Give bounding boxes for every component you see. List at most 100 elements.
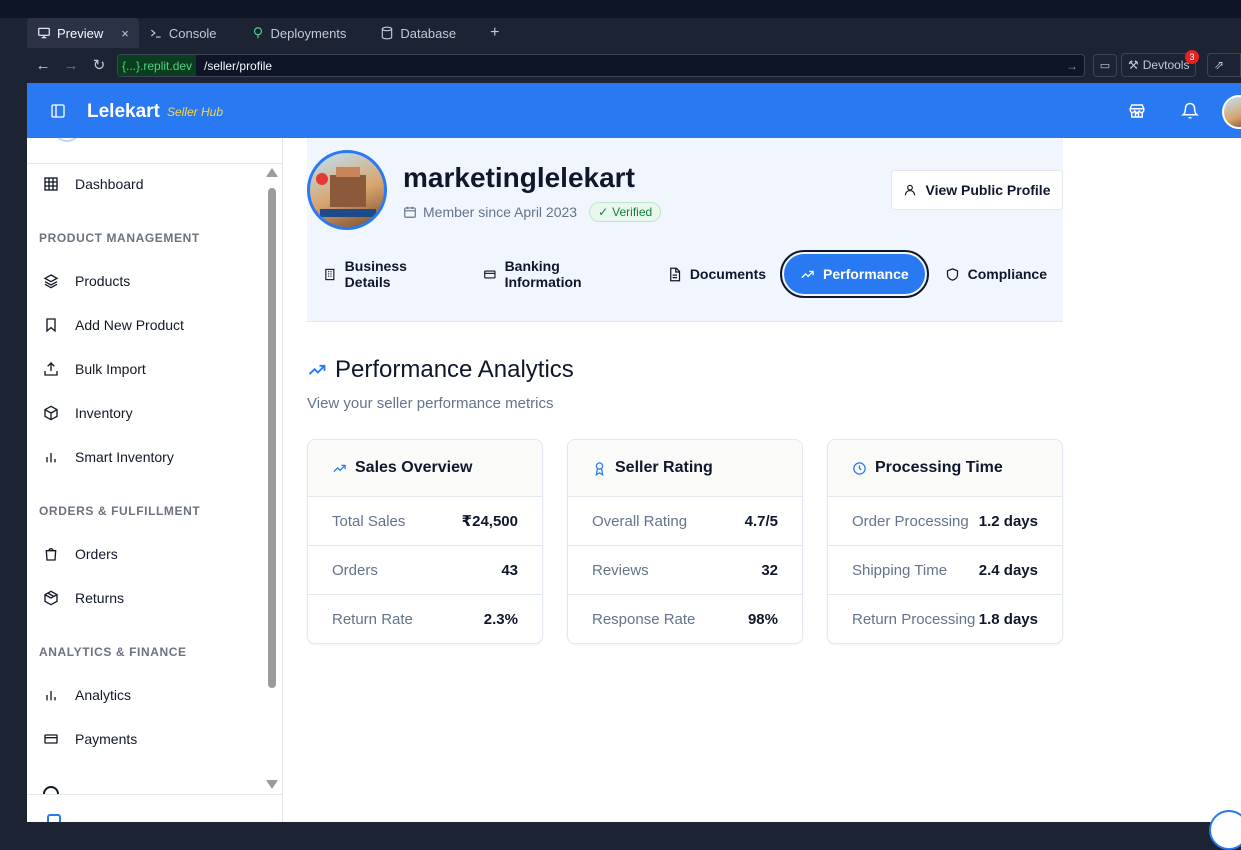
metric-value: 43	[501, 561, 518, 579]
metric-label: Response Rate	[592, 611, 696, 628]
tab-business-details[interactable]: Business Details	[307, 254, 463, 294]
tab-console[interactable]: Console	[139, 18, 227, 48]
brand-logo[interactable]: Lelekart	[87, 101, 160, 123]
sidebar-logo-fragment	[53, 138, 81, 142]
card-title: Sales Overview	[355, 459, 473, 476]
screen-icon[interactable]: ▭	[1093, 54, 1117, 77]
metric-row: Return Processing 1.8 days	[828, 595, 1062, 643]
sales-overview-card: Sales Overview Total Sales ₹24,500 Orders…	[307, 439, 543, 644]
external-link-button[interactable]: ⇗	[1207, 53, 1241, 77]
scrollbar-thumb[interactable]	[268, 188, 276, 688]
section-subtitle: View your seller performance metrics	[307, 395, 554, 412]
sidebar-item-add-product[interactable]: Add New Product	[27, 305, 263, 345]
sidebar-item-analytics[interactable]: Analytics	[27, 675, 263, 715]
metric-value: 2.4 days	[978, 561, 1038, 579]
sidebar-item-orders[interactable]: Orders	[27, 534, 263, 574]
processing-time-card: Processing Time Order Processing 1.2 days…	[827, 439, 1063, 644]
bar-chart-icon	[46, 691, 56, 701]
scroll-down-arrow[interactable]	[266, 780, 278, 789]
sidebar-item-inventory[interactable]: Inventory	[27, 393, 263, 433]
metric-value: 98%	[747, 611, 778, 628]
trending-up-icon	[801, 270, 814, 278]
tab-performance[interactable]: Performance	[780, 250, 929, 298]
tab-console-label: Console	[168, 25, 217, 41]
user-avatar[interactable]	[1222, 95, 1241, 129]
sidebar-item-settings-partial[interactable]	[43, 786, 143, 794]
clock-icon	[853, 461, 866, 475]
store-icon[interactable]	[1128, 102, 1146, 120]
bell-icon[interactable]	[1181, 102, 1199, 120]
tab-label: Documents	[689, 266, 767, 282]
credit-card-icon	[44, 734, 58, 744]
metric-value: 32	[761, 561, 778, 579]
user-icon	[905, 184, 916, 196]
metric-row: Reviews 32	[568, 546, 802, 595]
deploy-icon	[253, 27, 262, 39]
view-public-profile-label: View Public Profile	[925, 182, 1051, 198]
app-header: Lelekart Seller Hub	[27, 83, 1241, 138]
sidebar-section-product: PRODUCT MANAGEMENT	[39, 231, 200, 245]
tab-preview[interactable]: Preview ×	[27, 18, 139, 48]
sidebar-toggle-icon[interactable]	[50, 103, 66, 119]
tab-documents[interactable]: Documents	[651, 254, 782, 294]
brand-subtitle: Seller Hub	[167, 105, 224, 119]
metric-label: Shipping Time	[852, 561, 948, 579]
ide-top-bar	[0, 0, 1241, 18]
sidebar-item-payments[interactable]: Payments	[27, 719, 263, 759]
sidebar-item-label: Inventory	[75, 405, 133, 421]
calendar-icon	[404, 206, 416, 218]
view-public-profile-button[interactable]: View Public Profile	[891, 170, 1063, 210]
tab-database[interactable]: Database	[370, 18, 466, 48]
tab-compliance[interactable]: Compliance	[929, 254, 1063, 294]
sidebar-item-label: Payments	[75, 731, 138, 747]
url-path: /seller/profile	[204, 58, 273, 73]
layers-icon	[43, 274, 59, 289]
seller-username: marketinglelekart	[403, 162, 635, 193]
metric-label: Return Rate	[332, 611, 413, 628]
file-text-icon	[669, 267, 680, 281]
metric-row: Order Processing 1.2 days	[828, 497, 1062, 546]
chat-widget-partial[interactable]	[1209, 810, 1241, 850]
seller-rating-card: Seller Rating Overall Rating 4.7/5 Review…	[567, 439, 803, 644]
database-icon	[382, 26, 393, 40]
award-icon	[595, 461, 604, 476]
metric-label: Order Processing	[852, 512, 969, 530]
tab-deployments[interactable]: Deployments	[241, 18, 357, 48]
open-arrow-icon[interactable]: →	[1066, 59, 1078, 73]
scroll-up-arrow[interactable]	[266, 168, 278, 177]
upload-icon	[44, 362, 58, 376]
sidebar-scrollbar[interactable]	[266, 168, 278, 789]
sidebar-item-dashboard[interactable]: Dashboard	[27, 164, 263, 204]
reload-button[interactable]: ↻	[85, 52, 113, 78]
back-button[interactable]: ←	[29, 52, 57, 78]
metric-label: Orders	[332, 561, 378, 579]
trending-up-icon	[308, 364, 326, 375]
card-title: Seller Rating	[615, 459, 713, 476]
metric-row: Return Rate 2.3%	[308, 595, 542, 643]
tab-banking-information[interactable]: Banking Information	[467, 254, 645, 294]
sidebar-section-analytics: ANALYTICS & FINANCE	[39, 645, 187, 659]
sidebar-item-label: Analytics	[75, 687, 132, 703]
tab-label: Compliance	[967, 266, 1047, 282]
sidebar-item-smart-inventory[interactable]: Smart Inventory	[27, 437, 263, 477]
url-bar: ← → ↻ {...}.replit.dev /seller/profile →…	[27, 48, 1241, 83]
close-icon[interactable]: ×	[121, 26, 129, 41]
metric-row: Response Rate 98%	[568, 595, 802, 643]
metric-label: Overall Rating	[592, 512, 688, 530]
card-header: Sales Overview	[308, 440, 542, 497]
verified-badge: ✓ Verified	[589, 202, 662, 222]
sidebar-item-returns[interactable]: Returns	[27, 578, 263, 618]
tab-label: Business Details	[344, 258, 407, 290]
sidebar-item-bulk-import[interactable]: Bulk Import	[27, 349, 263, 389]
member-since: Member since April 2023 ✓ Verified	[403, 202, 662, 222]
url-input[interactable]: {...}.replit.dev /seller/profile →	[117, 54, 1085, 77]
sidebar: Dashboard PRODUCT MANAGEMENT Products Ad…	[27, 138, 283, 822]
sidebar-item-products[interactable]: Products	[27, 261, 263, 301]
add-tab-button[interactable]: +	[480, 18, 509, 48]
forward-button[interactable]: →	[57, 52, 85, 78]
metric-row: Total Sales ₹24,500	[308, 497, 542, 546]
package-return-icon	[44, 590, 58, 606]
section-title: Performance Analytics	[307, 356, 574, 384]
tab-deployments-label: Deployments	[270, 25, 347, 41]
box-icon	[44, 405, 58, 421]
